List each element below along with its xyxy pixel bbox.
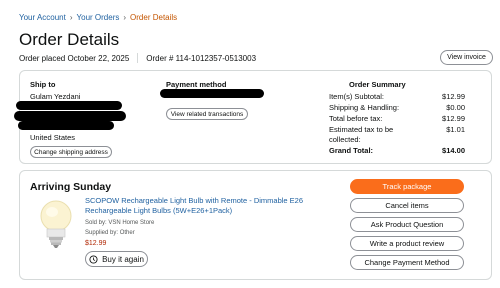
summary-row-shipping: Shipping & Handling: $0.00 — [329, 103, 465, 112]
light-bulb-product-image[interactable] — [36, 199, 76, 249]
redacted-address-line — [18, 121, 114, 130]
summary-label: Item(s) Subtotal: — [329, 92, 385, 101]
summary-row-grand-total: Grand Total: $14.00 — [329, 146, 465, 155]
breadcrumb-separator: › — [69, 13, 73, 22]
change-payment-method-button[interactable]: Change Payment Method — [350, 255, 464, 270]
change-shipping-address-button[interactable]: Change shipping address — [30, 146, 112, 158]
summary-value: $14.00 — [442, 146, 465, 155]
order-summary-heading: Order Summary — [349, 80, 406, 89]
buy-it-again-button[interactable]: Buy it again — [85, 251, 148, 267]
ship-to-name: Gulam Yezdani — [30, 92, 81, 101]
page-title: Order Details — [19, 30, 120, 49]
summary-row-subtotal: Item(s) Subtotal: $12.99 — [329, 92, 465, 101]
breadcrumb: Your Account › Your Orders › Order Details — [19, 13, 177, 22]
payment-method-heading: Payment method — [166, 80, 227, 89]
summary-row-before-tax: Total before tax: $12.99 — [329, 114, 465, 123]
product-title-link[interactable]: SCOPOW Rechargeable Light Bulb with Remo… — [85, 196, 350, 216]
arriving-heading: Arriving Sunday — [30, 181, 112, 193]
summary-value: $12.99 — [442, 114, 465, 123]
track-package-button[interactable]: Track package — [350, 179, 464, 194]
ship-to-heading: Ship to — [30, 80, 56, 89]
summary-value: $12.99 — [442, 92, 465, 101]
breadcrumb-current: Order Details — [130, 13, 178, 22]
breadcrumb-your-account[interactable]: Your Account — [19, 13, 66, 22]
summary-value: $0.00 — [446, 103, 465, 112]
write-product-review-button[interactable]: Write a product review — [350, 236, 464, 251]
summary-label: Total before tax: — [329, 114, 383, 123]
view-related-transactions-button[interactable]: View related transactions — [166, 108, 248, 120]
view-invoice-button[interactable]: View invoice — [440, 50, 493, 65]
redacted-payment-method — [160, 89, 264, 98]
order-meta: Order placed October 22, 2025 Order # 11… — [19, 53, 256, 63]
buy-it-again-label: Buy it again — [102, 254, 144, 264]
supplied-by: Supplied by: Other — [85, 230, 135, 236]
product-price: $12.99 — [85, 240, 107, 247]
summary-label: Estimated tax to be collected: — [329, 125, 394, 144]
breadcrumb-separator: › — [123, 13, 127, 22]
divider — [137, 53, 139, 63]
reorder-icon — [89, 254, 98, 264]
redacted-address-line — [16, 101, 122, 110]
ask-product-question-button[interactable]: Ask Product Question — [350, 217, 464, 232]
ship-to-country: United States — [30, 133, 76, 142]
order-number: Order # 114-1012357-0513003 — [146, 53, 257, 63]
order-placed-date: Order placed October 22, 2025 — [19, 53, 130, 63]
sold-by: Sold by: VSN Home Store — [85, 220, 155, 226]
summary-label: Shipping & Handling: — [329, 103, 400, 112]
summary-row-tax: Estimated tax to be collected: $1.01 — [329, 125, 465, 145]
summary-value: $1.01 — [446, 125, 465, 134]
summary-label: Grand Total: — [329, 146, 374, 155]
cancel-items-button[interactable]: Cancel items — [350, 198, 464, 213]
redacted-address-line — [14, 111, 126, 121]
breadcrumb-your-orders[interactable]: Your Orders — [77, 13, 120, 22]
